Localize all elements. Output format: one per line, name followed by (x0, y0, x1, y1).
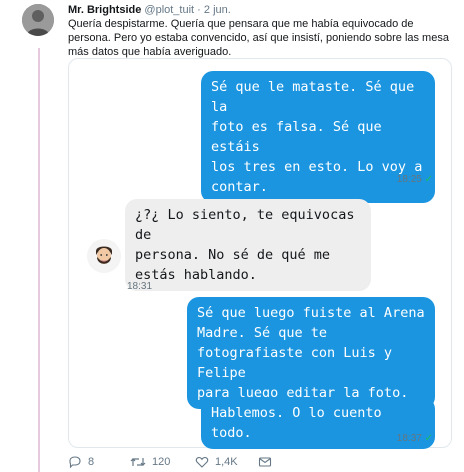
direct-message-button[interactable] (258, 455, 272, 469)
retweet-icon (130, 458, 146, 466)
check-icon: ✓ (424, 433, 433, 444)
tweet-header: Mr. Brightside @plot_tuit · 2 jun. (68, 4, 231, 17)
chat-screenshot[interactable]: Sé que le mataste. Sé que la foto es fal… (68, 58, 452, 449)
message-timestamp: 18:37 ✓ (397, 433, 433, 444)
check-icon: ✓ (424, 174, 433, 185)
envelope-icon (258, 457, 272, 467)
timestamp-text: 18:25 (396, 174, 422, 185)
tweet-date[interactable]: 2 jun. (204, 4, 231, 16)
author-avatar[interactable] (22, 4, 54, 36)
retweet-button[interactable]: 120 (130, 455, 170, 469)
reply-icon (69, 456, 81, 469)
heart-icon (195, 456, 209, 468)
like-count: 1,4K (215, 456, 238, 468)
reply-button[interactable]: 8 (68, 455, 94, 469)
timestamp-text: 18:37 (396, 433, 422, 444)
person-icon (22, 4, 54, 36)
contact-avatar (87, 239, 121, 273)
author-name[interactable]: Mr. Brightside (68, 4, 141, 16)
header-separator: · (197, 4, 201, 16)
author-handle[interactable]: @plot_tuit (144, 4, 194, 16)
message-timestamp: 18:25 ✓ (397, 174, 433, 185)
reply-count: 8 (88, 456, 95, 468)
retweet-count: 120 (152, 456, 171, 468)
message-bubble-in: ¿?¿ Lo siento, te equivocas de persona. … (125, 199, 371, 291)
message-bubble-out: Sé que luego fuiste al Arena Madre. Sé q… (187, 297, 435, 409)
message-timestamp: 18:31 (127, 281, 153, 292)
like-button[interactable]: 1,4K (195, 455, 238, 469)
bearded-man-icon (96, 246, 112, 264)
thread-line (38, 48, 40, 472)
tweet-text: Quería despistarme. Quería que pensara q… (68, 18, 449, 58)
